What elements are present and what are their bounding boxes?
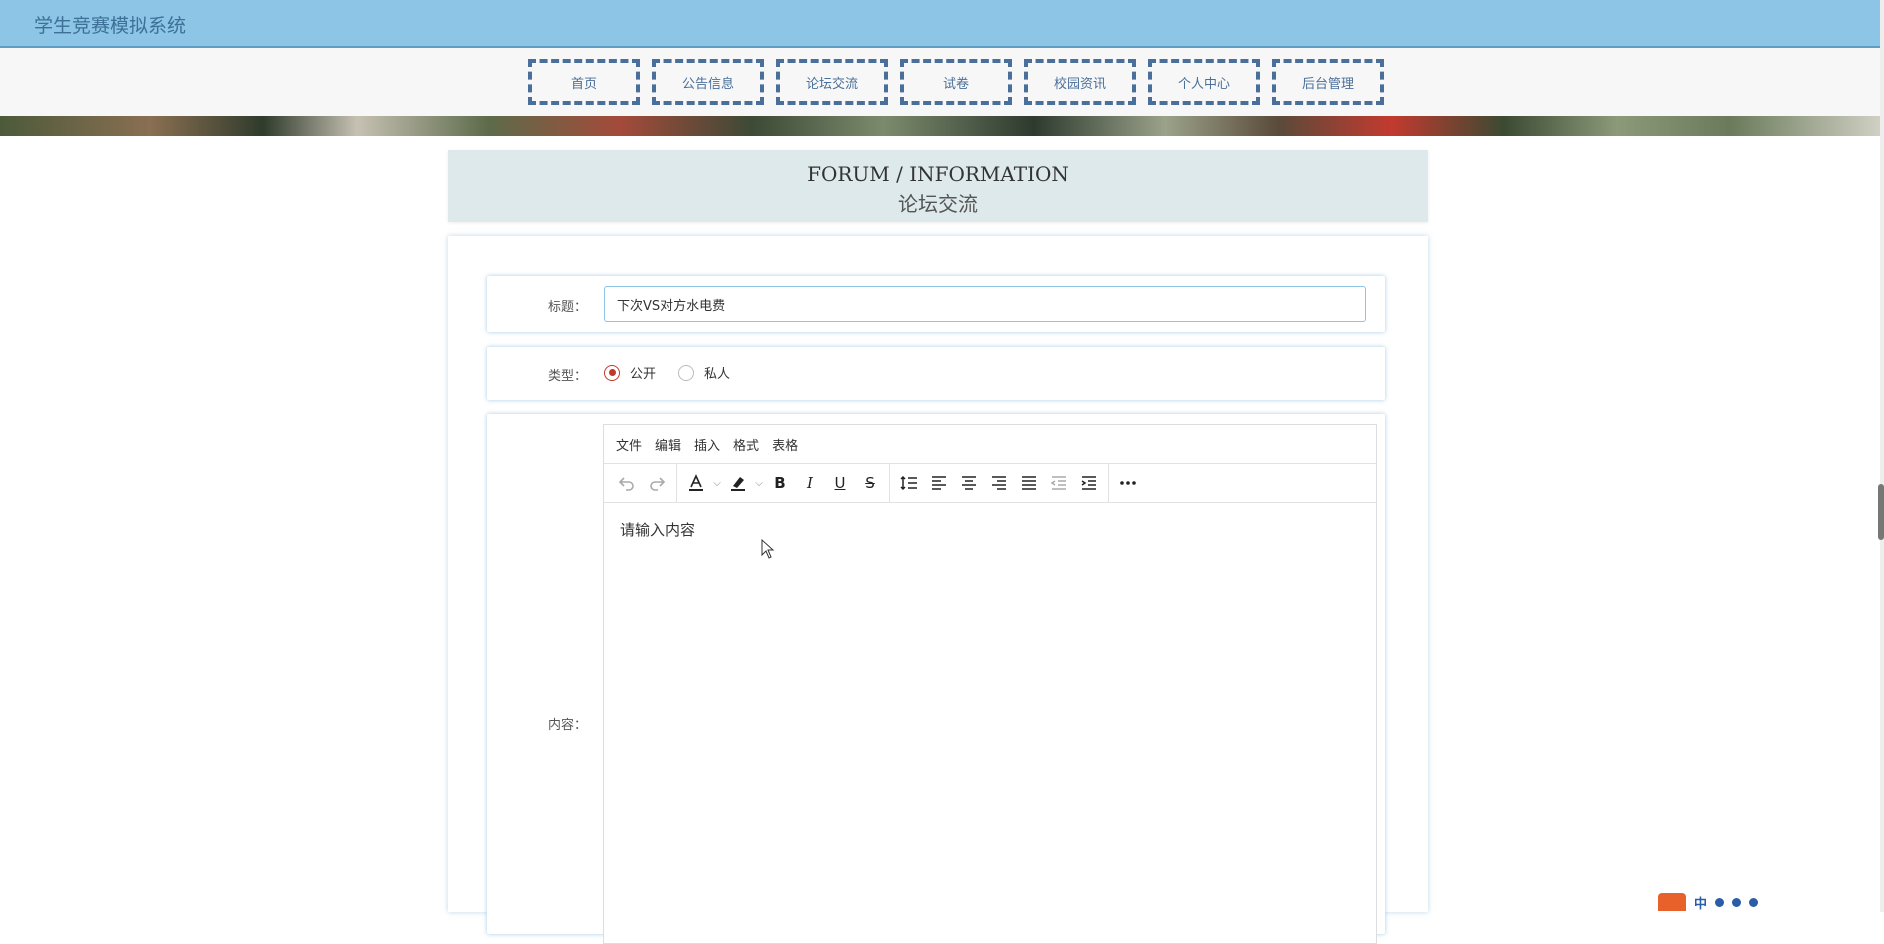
align-right-icon[interactable] [984, 468, 1014, 498]
toolbar-group-history [608, 464, 677, 502]
align-center-icon[interactable] [954, 468, 984, 498]
type-radio-public[interactable]: 公开 [604, 363, 656, 382]
chevron-down-icon[interactable]: ⌵ [711, 468, 723, 498]
title-row: 标题： [487, 276, 1385, 332]
indent-icon[interactable] [1074, 468, 1104, 498]
tray-dot-icon[interactable] [1749, 897, 1759, 907]
tray-dot-icon[interactable] [1732, 897, 1742, 907]
strikethrough-icon[interactable]: S [855, 468, 885, 498]
tray-dot-icon[interactable] [1715, 897, 1725, 907]
type-label: 类型： [547, 369, 587, 384]
highlight-icon[interactable] [723, 468, 753, 498]
nav-home[interactable]: 首页 [528, 59, 640, 105]
toolbar-group-align [890, 464, 1109, 502]
more-icon[interactable] [1113, 468, 1143, 498]
nav-forum[interactable]: 论坛交流 [776, 59, 888, 105]
menu-file[interactable]: 文件 [616, 435, 642, 454]
mouse-cursor-icon [761, 538, 775, 563]
radio-unchecked-icon[interactable] [678, 364, 695, 381]
banner-image-strip [0, 116, 1880, 136]
page-heading-en: FORUM / INFORMATION [807, 162, 1069, 186]
title-input[interactable] [604, 286, 1366, 322]
menu-insert[interactable]: 插入 [694, 435, 720, 454]
line-height-icon[interactable] [894, 468, 924, 498]
menu-format[interactable]: 格式 [733, 435, 759, 454]
redo-icon[interactable] [642, 468, 672, 498]
nav-admin[interactable]: 后台管理 [1272, 59, 1384, 105]
underline-icon[interactable]: U [825, 468, 855, 498]
editor-toolbar: ⌵ ⌵ B I U S [604, 464, 1376, 503]
content-label: 内容： [547, 718, 587, 733]
type-option-label: 私人 [704, 367, 731, 382]
system-tray: 中 [1658, 892, 1880, 912]
type-radio-group: 公开 私人 [604, 363, 752, 382]
app-title: 学生竞赛模拟系统 [34, 15, 187, 37]
page-heading-zh: 论坛交流 [898, 192, 978, 216]
title-label: 标题： [547, 300, 587, 315]
type-row: 类型： 公开 私人 [487, 347, 1385, 400]
nav-exam-papers[interactable]: 试卷 [900, 59, 1012, 105]
forum-post-form: 标题： 类型： 公开 私人 内容： 文件 编辑 插入 格式 表格 [448, 236, 1428, 944]
toolbar-group-more [1109, 464, 1147, 502]
top-header-bar: 学生竞赛模拟系统 [0, 0, 1880, 48]
rich-text-editor: 文件 编辑 插入 格式 表格 ⌵ ⌵ B I U S 请输入内容 [603, 424, 1377, 944]
ime-logo-icon[interactable] [1658, 893, 1686, 911]
page-scrollbar-thumb[interactable] [1878, 484, 1884, 540]
align-left-icon[interactable] [924, 468, 954, 498]
ime-mode-indicator[interactable]: 中 [1694, 893, 1707, 912]
toolbar-group-format: ⌵ ⌵ B I U S [677, 464, 890, 502]
editor-menubar: 文件 编辑 插入 格式 表格 [604, 425, 1376, 464]
main-nav: 首页 公告信息 论坛交流 试卷 校园资讯 个人中心 后台管理 [0, 48, 1880, 116]
editor-content-area[interactable]: 请输入内容 [604, 503, 1376, 943]
editor-placeholder: 请输入内容 [620, 521, 696, 539]
type-option-label: 公开 [630, 367, 657, 382]
nav-campus-news[interactable]: 校园资讯 [1024, 59, 1136, 105]
page-scrollbar[interactable] [1880, 0, 1884, 912]
type-radio-private[interactable]: 私人 [678, 363, 730, 382]
align-justify-icon[interactable] [1014, 468, 1044, 498]
undo-icon[interactable] [612, 468, 642, 498]
nav-list: 首页 公告信息 论坛交流 试卷 校园资讯 个人中心 后台管理 [528, 59, 1384, 105]
nav-announcements[interactable]: 公告信息 [652, 59, 764, 105]
radio-checked-icon[interactable] [604, 364, 620, 381]
italic-icon[interactable]: I [795, 468, 825, 498]
content-row: 内容： 文件 编辑 插入 格式 表格 ⌵ ⌵ B I U S 请输入内容 [487, 414, 1385, 944]
text-color-icon[interactable] [681, 468, 711, 498]
menu-table[interactable]: 表格 [772, 435, 798, 454]
bold-icon[interactable]: B [765, 468, 795, 498]
nav-personal-center[interactable]: 个人中心 [1148, 59, 1260, 105]
page-heading: FORUM / INFORMATION 论坛交流 [448, 150, 1428, 222]
chevron-down-icon[interactable]: ⌵ [753, 468, 765, 498]
outdent-icon[interactable] [1044, 468, 1074, 498]
menu-edit[interactable]: 编辑 [655, 435, 681, 454]
